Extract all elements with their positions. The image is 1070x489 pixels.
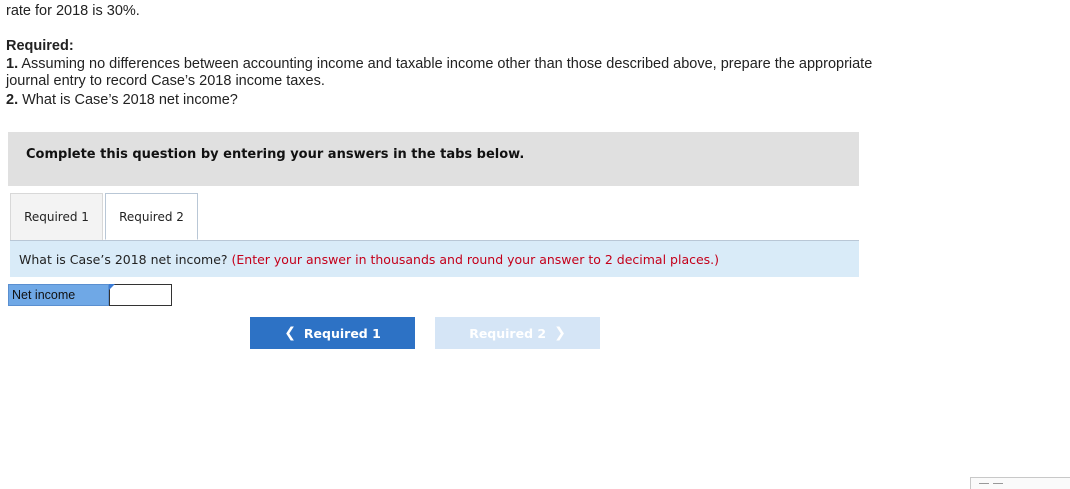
net-income-label: Net income xyxy=(8,284,109,306)
corner-thumbnail xyxy=(970,477,1070,489)
question-bar: What is Case’s 2018 net income? (Enter y… xyxy=(10,241,859,277)
problem-intro: rate for 2018 is 30%. xyxy=(6,3,140,19)
prev-required-label: Required 1 xyxy=(303,325,381,341)
required-item-1-text: Assuming no differences between accounti… xyxy=(6,56,873,89)
required-item-1: 1. Assuming no differences between accou… xyxy=(6,56,886,90)
instructions-text: Complete this question by entering your … xyxy=(26,147,525,162)
tab-required-1[interactable]: Required 1 xyxy=(10,193,103,240)
next-required-label: Required 2 xyxy=(469,325,547,341)
required-item-2: 2. What is Case’s 2018 net income? xyxy=(6,92,886,109)
input-flag-icon xyxy=(109,284,115,290)
prev-required-button[interactable]: ❮ Required 1 xyxy=(250,317,415,349)
chevron-right-icon: ❯ xyxy=(554,325,566,341)
question-hint: (Enter your answer in thousands and roun… xyxy=(231,252,720,267)
next-required-button[interactable]: Required 2 ❯ xyxy=(435,317,600,349)
chevron-left-icon: ❮ xyxy=(284,325,296,341)
tab-required-2[interactable]: Required 2 xyxy=(105,193,198,240)
question-text: What is Case’s 2018 net income? xyxy=(19,252,228,267)
required-item-1-number: 1. xyxy=(6,56,19,72)
instructions-banner: Complete this question by entering your … xyxy=(8,132,859,186)
required-heading: Required: xyxy=(6,38,74,54)
required-item-2-text: What is Case’s 2018 net income? xyxy=(22,92,238,108)
net-income-input[interactable] xyxy=(109,284,172,306)
required-item-2-number: 2. xyxy=(6,92,19,108)
